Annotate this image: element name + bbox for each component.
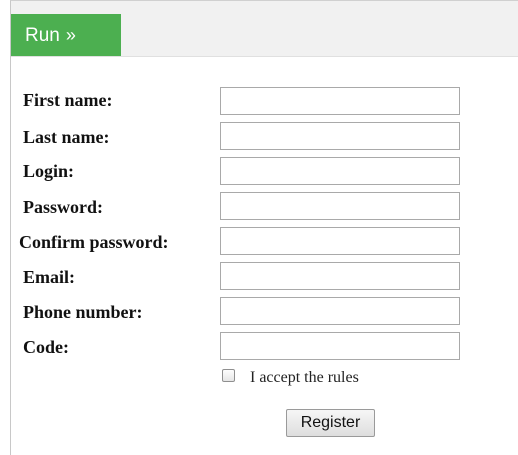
password-label: Password: xyxy=(23,197,103,217)
login-label: Login: xyxy=(23,161,75,181)
run-button[interactable]: Run» xyxy=(11,14,121,56)
first-name-input[interactable] xyxy=(220,87,460,115)
chevron-right-icon: » xyxy=(65,25,76,45)
last-name-input[interactable] xyxy=(220,122,460,150)
first-name-label: First name: xyxy=(23,90,113,110)
code-input[interactable] xyxy=(220,332,460,360)
code-label: Code: xyxy=(23,337,69,357)
accept-rules-label: I accept the rules xyxy=(250,369,359,386)
confirm-password-label: Confirm password: xyxy=(19,232,169,252)
phone-number-input[interactable] xyxy=(220,297,460,325)
email-label: Email: xyxy=(23,267,75,287)
login-input[interactable] xyxy=(220,157,460,185)
register-button[interactable]: Register xyxy=(286,409,375,437)
run-button-label: Run xyxy=(25,25,60,46)
email-input[interactable] xyxy=(220,262,460,290)
confirm-password-input[interactable] xyxy=(220,227,460,255)
last-name-label: Last name: xyxy=(23,127,110,147)
password-input[interactable] xyxy=(220,192,460,220)
phone-number-label: Phone number: xyxy=(23,302,143,322)
accept-rules-checkbox[interactable] xyxy=(222,369,235,382)
